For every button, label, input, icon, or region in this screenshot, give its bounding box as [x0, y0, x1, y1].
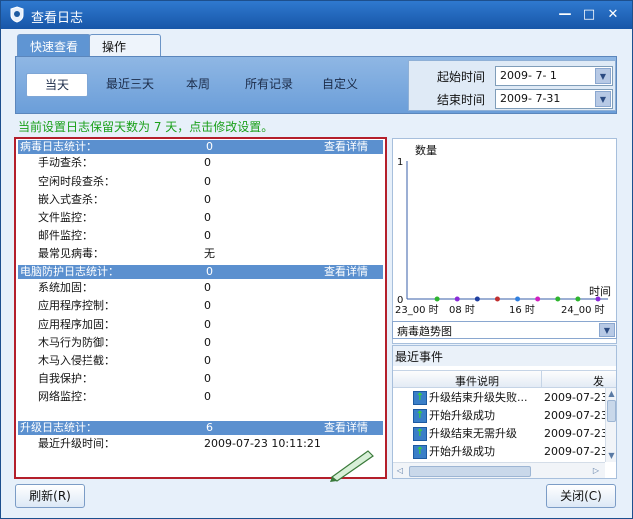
stat-row: 空闲时段查杀： 0 [38, 175, 211, 188]
date-range-panel: 起始时间 2009- 7- 1 ▼ 结束时间 2009- 7-31 ▼ [408, 60, 616, 111]
stat-row: 自我保护： 0 [38, 372, 211, 385]
x-tick-label: 08 时 [449, 304, 475, 316]
data-point [535, 296, 541, 302]
protection-view-details-link[interactable]: 查看详情 [324, 265, 368, 279]
tab-operations[interactable]: 操作 [89, 34, 161, 56]
log-viewer-window: 查看日志 — □ ✕ 快速查看 操作 当天 最近三天 本周 所有记录 自定义 起… [0, 0, 633, 519]
stat-row: 最常见病毒：无 [38, 247, 215, 260]
data-point [595, 296, 601, 302]
virus-view-details-link[interactable]: 查看详情 [324, 140, 368, 154]
start-time-picker[interactable]: 2009- 7- 1 ▼ [495, 66, 613, 86]
scroll-down-icon[interactable]: ▼ [606, 450, 617, 462]
tab-quick-view[interactable]: 快速查看 [17, 34, 92, 56]
upgrade-log-title: 升级日志统计： [20, 421, 97, 434]
scroll-thumb[interactable] [409, 466, 531, 477]
column-header-time[interactable]: 发 [593, 373, 604, 389]
filter-today-button[interactable]: 当天 [26, 73, 88, 97]
table-row[interactable]: ↑ 开始升级成功 2009-07-23 [393, 443, 606, 461]
close-button[interactable]: 关闭(C) [546, 484, 616, 508]
data-point [434, 296, 440, 302]
table-row[interactable]: ↑ 开始升级成功 2009-07-23 [393, 407, 606, 425]
column-header-description[interactable]: 事件说明 [455, 373, 499, 389]
refresh-button[interactable]: 刷新(R) [15, 484, 85, 508]
filter-bar: 当天 最近三天 本周 所有记录 自定义 起始时间 2009- 7- 1 ▼ 结束… [15, 56, 617, 114]
data-point [555, 296, 561, 302]
filter-custom-button[interactable]: 自定义 [316, 73, 364, 97]
stat-row: 木马行为防御： 0 [38, 336, 211, 349]
start-time-value: 2009- 7- 1 [500, 69, 557, 82]
upgrade-log-header: 升级日志统计： 6 查看详情 [18, 421, 383, 435]
stat-row: 最近升级时间： 2009-07-23 10:11:21 [38, 437, 321, 450]
x-tick-label: 23_00 时 [395, 304, 439, 316]
end-time-label: 结束时间 [437, 93, 486, 107]
table-row[interactable]: ↑ 升级结束升级失败... 2009-07-23 [393, 389, 606, 407]
table-row[interactable]: ↑ 升级结束无需升级 2009-07-23 [393, 425, 606, 443]
scroll-right-icon[interactable]: ▷ [591, 465, 601, 477]
minimize-button[interactable]: — [557, 7, 573, 23]
stat-row: 系统加固： 0 [38, 281, 211, 294]
upgrade-arrow-icon: ↑ [413, 409, 427, 423]
stat-row: 应用程序控制： 0 [38, 299, 211, 312]
stat-row: 邮件监控： 0 [38, 229, 211, 242]
end-time-picker[interactable]: 2009- 7-31 ▼ [495, 89, 613, 109]
stat-row: 网络监控： 0 [38, 390, 211, 403]
stat-row: 手动查杀： 0 [38, 156, 211, 169]
protection-log-count: 0 [206, 265, 213, 278]
recent-events-panel: 最近事件 事件说明 发 ↑ 升级结束升级失败... 2009-07-23 ↑ 开始升级… [392, 345, 617, 479]
data-point [474, 296, 480, 302]
x-tick-label: 24_00 时 [561, 304, 605, 316]
stat-row: 嵌入式查杀： 0 [38, 193, 211, 206]
title-bar[interactable]: 查看日志 — □ ✕ [1, 1, 632, 29]
virus-log-header: 病毒日志统计： 0 查看详情 [18, 140, 383, 154]
upgrade-arrow-icon: ↑ [413, 391, 427, 405]
log-statistics-panel: 病毒日志统计： 0 查看详情 手动查杀： 0 空闲时段查杀： 0 嵌入式查杀： 0 文… [14, 137, 387, 482]
chevron-down-icon[interactable]: ▼ [595, 91, 611, 107]
virus-log-count: 0 [206, 140, 213, 153]
data-point [515, 296, 521, 302]
upgrade-view-details-link[interactable]: 查看详情 [324, 421, 368, 435]
scroll-up-icon[interactable]: ▲ [606, 388, 617, 400]
y-tick-label: 1 [397, 157, 403, 168]
column-divider[interactable] [541, 371, 542, 387]
retention-settings-link[interactable]: 当前设置日志保留天数为 7 天，点击修改设置。 [18, 118, 273, 135]
window-title: 查看日志 [31, 11, 84, 26]
stat-row: 木马入侵拦截： 0 [38, 354, 211, 367]
trend-type-value: 病毒趋势图 [397, 325, 452, 338]
data-point [454, 296, 460, 302]
scroll-thumb[interactable] [607, 400, 616, 422]
x-axis-label: 时间 [589, 285, 611, 298]
end-time-value: 2009- 7-31 [500, 92, 561, 105]
upgrade-arrow-icon: ↑ [413, 445, 427, 459]
horizontal-scrollbar[interactable]: ◁ ▷ [393, 462, 605, 478]
chevron-down-icon[interactable]: ▼ [599, 323, 615, 337]
protection-log-title: 电脑防护日志统计： [20, 265, 119, 278]
stat-row: 文件监控： 0 [38, 211, 211, 224]
maximize-button[interactable]: □ [581, 7, 597, 23]
stat-row: 应用程序加固： 0 [38, 318, 211, 331]
filter-all-records-button[interactable]: 所有记录 [240, 73, 298, 97]
y-axis-label: 数量 [415, 144, 437, 157]
upgrade-log-count: 6 [206, 421, 213, 434]
virus-log-title: 病毒日志统计： [20, 140, 97, 153]
protection-log-header: 电脑防护日志统计： 0 查看详情 [18, 265, 383, 279]
pen-cursor-icon [330, 450, 374, 482]
start-time-label: 起始时间 [437, 70, 486, 84]
filter-last-3-days-button[interactable]: 最近三天 [100, 73, 160, 97]
close-window-button[interactable]: ✕ [605, 7, 621, 23]
vertical-scrollbar[interactable]: ▲ ▼ [605, 388, 616, 462]
shield-logo-icon [10, 6, 24, 23]
trend-type-select[interactable]: 病毒趋势图 ▼ [392, 321, 617, 339]
data-point [575, 296, 581, 302]
filter-this-week-button[interactable]: 本周 [178, 73, 218, 97]
chevron-down-icon[interactable]: ▼ [595, 68, 611, 84]
scroll-left-icon[interactable]: ◁ [395, 465, 405, 477]
events-table-header: 事件说明 发 [393, 370, 616, 388]
x-tick-label: 16 时 [509, 304, 535, 316]
upgrade-arrow-icon: ↑ [413, 427, 427, 441]
recent-events-title: 最近事件 [393, 346, 616, 366]
trend-chart-panel: 数量 1 0 时间 23_00 时 08 时 16 时 24_00 时 [392, 138, 617, 344]
trend-chart: 数量10时间23_00 时 08 时 16 时 24_00 时 [395, 144, 611, 316]
data-point [494, 296, 500, 302]
